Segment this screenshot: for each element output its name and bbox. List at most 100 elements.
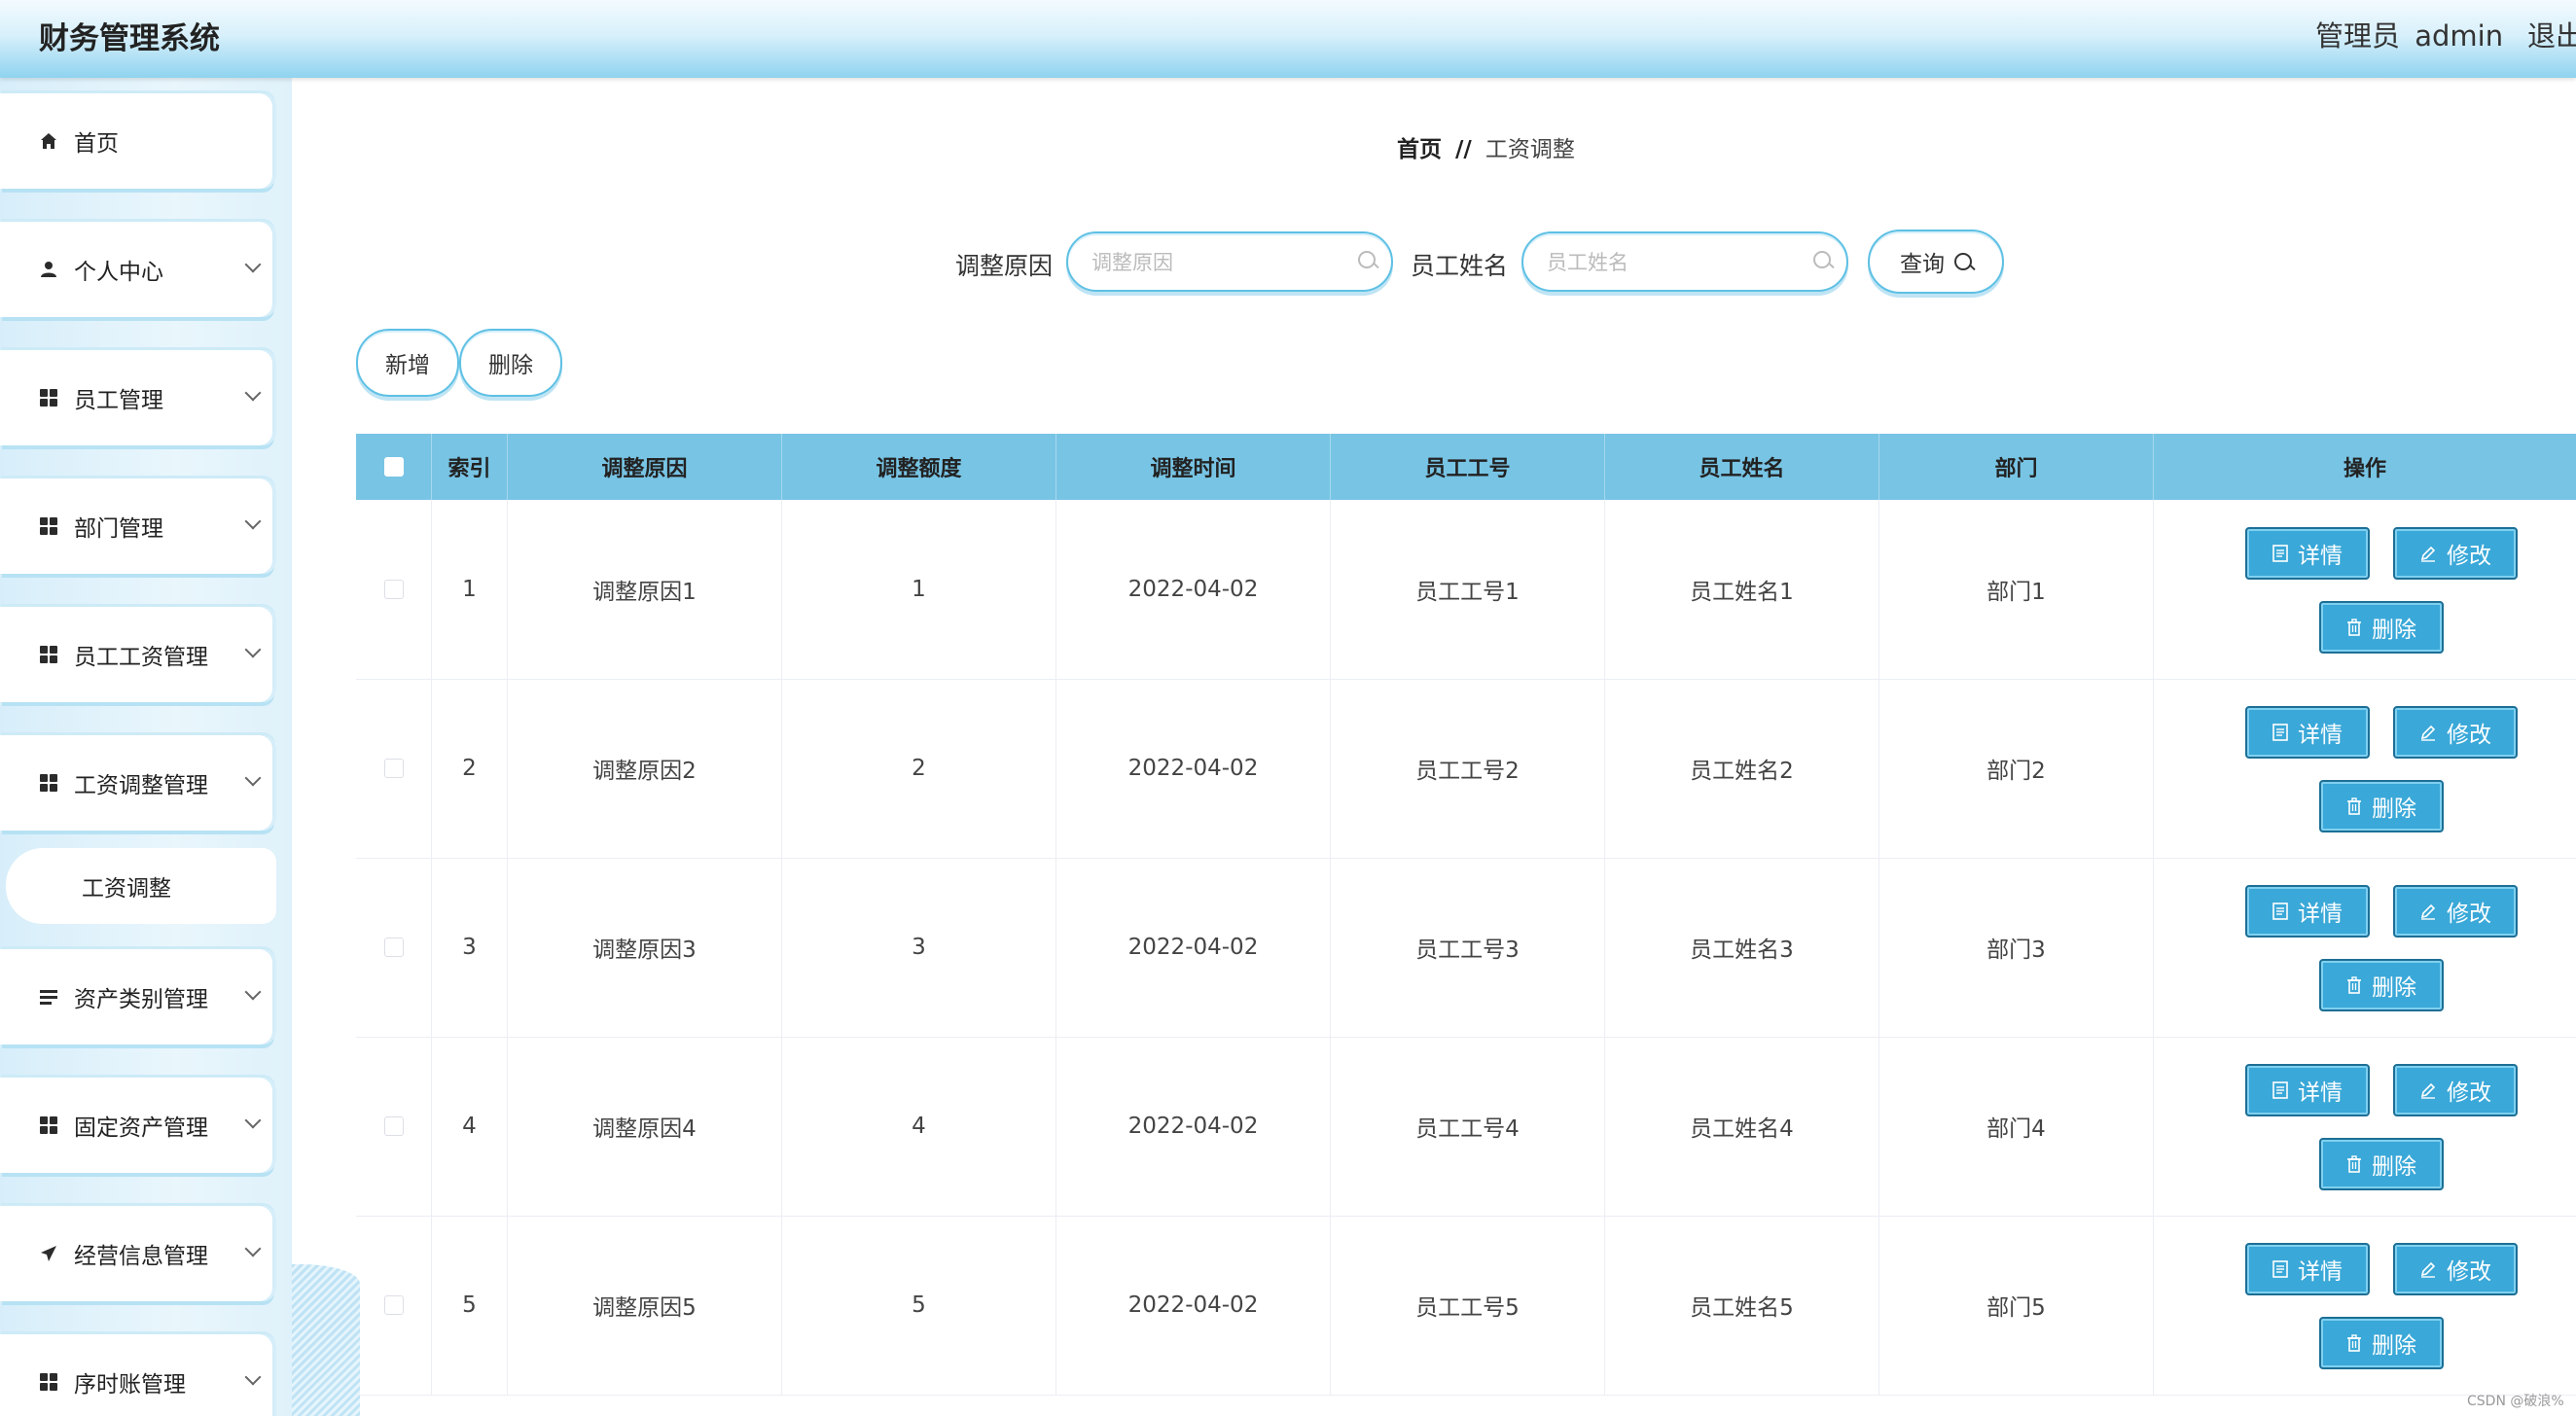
breadcrumb-home[interactable]: 首页 [1397,137,1442,162]
cell-index: 5 [432,1216,508,1395]
column-header: 员工姓名 [1605,434,1879,500]
row-checkbox[interactable] [383,938,404,957]
sidebar-item-personal-center[interactable]: 个人中心 [0,222,276,317]
sidebar-subitem-salary-adjust[interactable]: 工资调整 [6,848,276,924]
sidebar-item-employee[interactable]: 员工管理 [0,350,276,445]
reason-search-input[interactable] [1090,247,1346,278]
table-header: 索引 调整原因 调整额度 调整时间 员工工号 员工姓名 部门 操作 [356,434,2576,500]
row-checkbox[interactable] [383,1116,404,1136]
breadcrumb: 首页 // 工资调整 [1397,130,1575,163]
sidebar-item-business-info[interactable]: 经营信息管理 [0,1206,276,1301]
trash-icon [2346,797,2362,815]
grid-icon [37,643,60,666]
column-header: 部门 [1879,434,2154,500]
sidebar-item-department[interactable]: 部门管理 [0,478,276,574]
actions-cell: 详情 修改删除 [2154,679,2576,858]
edit-button-label: 修改 [2447,1259,2491,1285]
cell-emp-no: 员工工号5 [1331,1216,1605,1395]
row-checkbox[interactable] [383,580,404,599]
document-icon [2272,903,2288,920]
detail-button-label: 详情 [2298,902,2343,927]
trash-icon [2346,976,2362,994]
name-search-box[interactable] [1521,231,1848,292]
cell-reason: 调整原因2 [508,679,782,858]
query-button-label: 查询 [1900,252,1945,277]
name-search-input[interactable] [1545,247,1802,278]
table-row: 3 调整原因3 3 2022-04-02 员工工号3 员工姓名3 部门3 详情 修改 删除 [356,858,2576,1038]
logout-link[interactable]: 退出 [2527,14,2576,54]
trash-icon [2346,1334,2362,1352]
detail-button[interactable]: 详情 [2245,885,2370,938]
detail-button-label: 详情 [2298,723,2343,748]
sidebar-item-label: 员工管理 [74,388,163,413]
detail-button[interactable]: 详情 [2245,527,2370,580]
edit-icon [2419,545,2437,562]
row-checkbox[interactable] [383,759,404,778]
add-button[interactable]: 新增 [356,329,459,397]
edit-button-label: 修改 [2447,902,2491,927]
detail-button[interactable]: 详情 [2245,1064,2370,1116]
detail-button-label: 详情 [2298,1080,2343,1106]
cell-time: 2022-04-02 [1056,1216,1331,1395]
column-header: 调整时间 [1056,434,1331,500]
cell-reason: 调整原因4 [508,1037,782,1216]
trash-icon [2346,619,2362,636]
cell-emp-no: 员工工号2 [1331,679,1605,858]
edit-button[interactable]: 修改 [2393,1064,2518,1116]
row-checkbox[interactable] [383,1295,404,1315]
reason-search-label: 调整原因 [955,252,1054,280]
sidebar-item-fixed-asset[interactable]: 固定资产管理 [0,1078,276,1173]
grid-icon [37,386,60,409]
delete-button-label: 删除 [2372,796,2416,822]
edit-button[interactable]: 修改 [2393,1243,2518,1295]
reason-search-box[interactable] [1066,231,1393,292]
delete-button[interactable]: 删除 [2319,780,2444,832]
cell-dept: 部门1 [1879,500,2154,679]
cell-reason: 调整原因3 [508,858,782,1037]
send-icon [37,1242,60,1265]
detail-button-label: 详情 [2298,544,2343,569]
sidebar-item-label: 工资调整管理 [74,773,208,798]
actions-cell: 详情 修改删除 [2154,1216,2576,1395]
delete-button-label: 删除 [2372,618,2416,643]
delete-button-label: 删除 [2372,975,2416,1001]
delete-button[interactable]: 删除 [2319,1317,2444,1369]
chevron-down-icon [244,513,262,530]
sidebar-item-label: 员工工资管理 [74,645,208,670]
cell-index: 4 [432,1037,508,1216]
sidebar-item-asset-category[interactable]: 资产类别管理 [0,949,276,1044]
detail-button[interactable]: 详情 [2245,1243,2370,1295]
sidebar-item-salary[interactable]: 员工工资管理 [0,607,276,702]
search-icon [1954,253,1972,270]
edit-button-label: 修改 [2447,723,2491,748]
sidebar-item-journal[interactable]: 序时账管理 [0,1334,276,1416]
detail-button[interactable]: 详情 [2245,706,2370,759]
batch-delete-button[interactable]: 删除 [459,329,562,397]
chevron-down-icon [244,1112,262,1129]
cell-reason: 调整原因1 [508,500,782,679]
delete-button[interactable]: 删除 [2319,959,2444,1011]
sidebar-item-home[interactable]: 首页 [0,93,276,189]
delete-button-label: 删除 [2372,1333,2416,1359]
row-select-cell [356,1216,432,1395]
column-header: 调整额度 [782,434,1056,500]
edit-button[interactable]: 修改 [2393,885,2518,938]
username: admin [2415,19,2504,53]
cell-emp-no: 员工工号3 [1331,858,1605,1037]
chevron-down-icon [244,983,262,1001]
cell-emp-name: 员工姓名4 [1605,1037,1879,1216]
chevron-down-icon [244,256,262,273]
select-all-checkbox[interactable] [383,457,404,477]
query-button[interactable]: 查询 [1868,230,2004,294]
delete-button[interactable]: 删除 [2319,1138,2444,1190]
home-icon [37,129,60,153]
delete-button[interactable]: 删除 [2319,601,2444,654]
edit-icon [2419,1081,2437,1099]
grid-icon [37,771,60,795]
edit-button[interactable]: 修改 [2393,706,2518,759]
chevron-down-icon [244,1368,262,1386]
actions-cell: 详情 修改删除 [2154,858,2576,1037]
edit-button[interactable]: 修改 [2393,527,2518,580]
search-icon [1358,251,1376,268]
sidebar-item-salary-adjust[interactable]: 工资调整管理 [0,735,276,831]
